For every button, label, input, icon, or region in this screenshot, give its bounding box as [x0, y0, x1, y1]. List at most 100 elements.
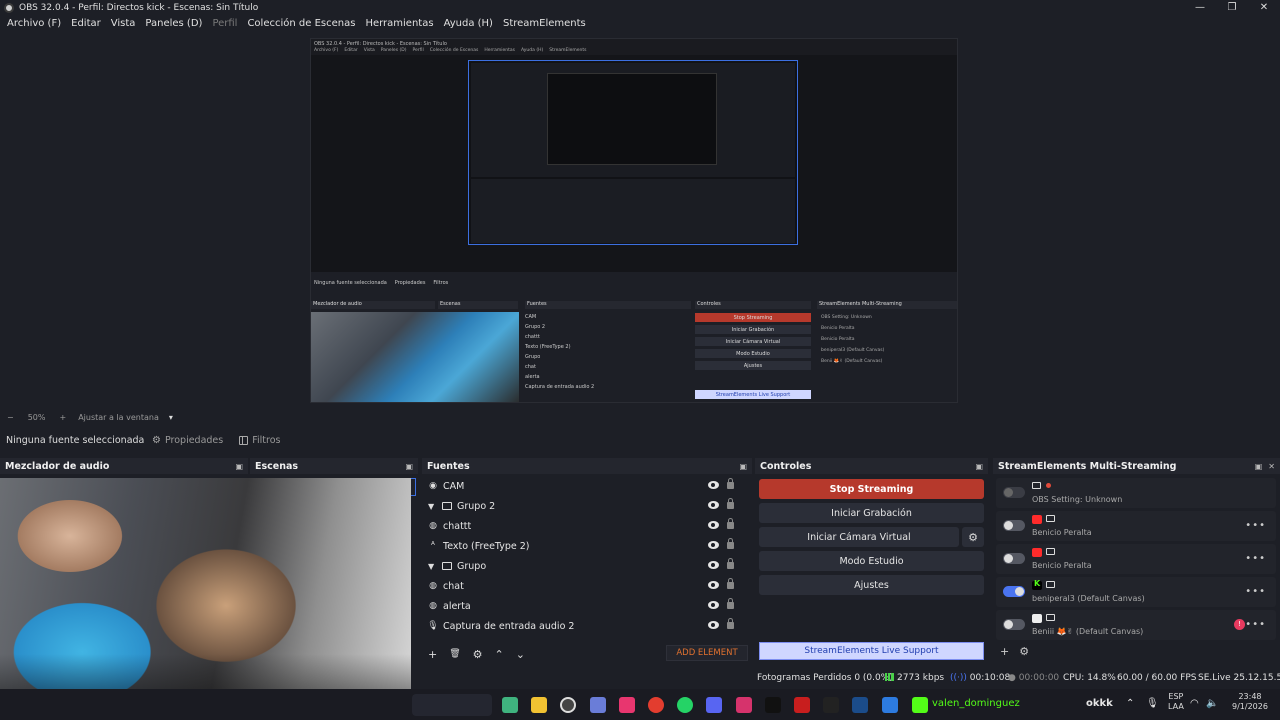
whatsapp-icon[interactable]: [677, 697, 693, 713]
wifi-icon[interactable]: ◠: [1190, 698, 1199, 709]
target-toggle[interactable]: [1003, 553, 1025, 564]
add-element-button[interactable]: ADD ELEMENT: [666, 645, 748, 661]
menu-ayuda[interactable]: Ayuda (H): [439, 18, 498, 29]
undock-icon[interactable]: ▣: [975, 462, 983, 471]
virtual-camera-settings-button[interactable]: ⚙: [962, 527, 984, 547]
source-item-texto[interactable]: ᴬ Texto (FreeType 2): [422, 536, 752, 556]
app-red-icon[interactable]: [794, 697, 810, 713]
program-preview[interactable]: OBS 32.0.4 - Perfil: Directos kick - Esc…: [0, 32, 1280, 410]
menu-perfil[interactable]: Perfil: [207, 18, 242, 29]
visibility-eye-icon[interactable]: [708, 621, 719, 629]
menu-editar[interactable]: Editar: [66, 18, 106, 29]
source-item-chat[interactable]: ◍ chat: [422, 576, 752, 596]
alert-icon[interactable]: !: [1234, 619, 1245, 630]
zoom-in-button[interactable]: +: [59, 413, 66, 422]
volume-icon[interactable]: 🔈: [1206, 698, 1218, 709]
move-up-button[interactable]: ⌃: [495, 648, 504, 661]
start-recording-button[interactable]: Iniciar Grabación: [759, 503, 984, 523]
zoom-dropdown-icon[interactable]: ▾: [169, 413, 173, 422]
close-button[interactable]: ✕: [1248, 0, 1280, 14]
chevron-down-icon[interactable]: ▼: [428, 502, 438, 511]
undock-icon[interactable]: ▣: [1255, 462, 1263, 471]
source-item-chattt[interactable]: ◍ chattt: [422, 516, 752, 536]
lock-icon[interactable]: [727, 618, 734, 629]
multistream-target-youtube-1[interactable]: Benicio Peralta •••: [996, 511, 1276, 541]
multistream-settings-button[interactable]: ⚙: [1019, 645, 1029, 658]
more-options-icon[interactable]: •••: [1245, 619, 1266, 630]
source-item-alerta[interactable]: ◍ alerta: [422, 596, 752, 616]
target-toggle[interactable]: [1003, 520, 1025, 531]
visibility-eye-icon[interactable]: [708, 581, 719, 589]
capcut-icon[interactable]: [619, 697, 635, 713]
preview-canvas[interactable]: OBS 32.0.4 - Perfil: Directos kick - Esc…: [310, 38, 958, 403]
visibility-eye-icon[interactable]: [708, 541, 719, 549]
language-indicator[interactable]: ESP LAA: [1168, 692, 1184, 712]
epic-games-icon[interactable]: [823, 697, 839, 713]
zoom-out-button[interactable]: −: [7, 413, 14, 422]
taskbar-search[interactable]: [412, 694, 492, 716]
close-icon[interactable]: ✕: [1268, 462, 1275, 471]
lock-icon[interactable]: [727, 498, 734, 509]
multistream-target-kick[interactable]: beniperal3 (Default Canvas) •••: [996, 577, 1276, 607]
fit-window-label[interactable]: Ajustar a la ventana: [78, 413, 159, 422]
stop-streaming-button[interactable]: Stop Streaming: [759, 479, 984, 499]
start-virtual-camera-button[interactable]: Iniciar Cámara Virtual: [759, 527, 959, 547]
settings-taskbar-icon[interactable]: [590, 697, 606, 713]
multistream-target-youtube-2[interactable]: Benicio Peralta •••: [996, 544, 1276, 574]
source-item-grupo-2[interactable]: ▼ Grupo 2: [422, 496, 752, 516]
undock-icon[interactable]: ▣: [405, 462, 413, 471]
multistream-target-tiktok[interactable]: Beniii 🦊✌ (Default Canvas) ! •••: [996, 610, 1276, 640]
menu-coleccion-escenas[interactable]: Colección de Escenas: [242, 18, 360, 29]
multistream-target-obs[interactable]: OBS Setting: Unknown: [996, 478, 1276, 508]
steam-icon[interactable]: [852, 697, 868, 713]
undock-icon[interactable]: ▣: [235, 462, 243, 471]
source-item-grupo[interactable]: ▼ Grupo: [422, 556, 752, 576]
lock-icon[interactable]: [727, 598, 734, 609]
lock-icon[interactable]: [727, 558, 734, 569]
app-blue-icon[interactable]: [882, 697, 898, 713]
se-live-support-button[interactable]: StreamElements Live Support: [759, 642, 984, 660]
visibility-eye-icon[interactable]: [708, 521, 719, 529]
chevron-down-icon[interactable]: ▼: [428, 562, 438, 571]
target-toggle[interactable]: [1003, 586, 1025, 597]
target-toggle[interactable]: [1003, 487, 1025, 498]
more-options-icon[interactable]: •••: [1245, 586, 1266, 597]
source-item-cam[interactable]: ◉ CAM: [422, 476, 752, 496]
undock-icon[interactable]: ▣: [739, 462, 747, 471]
visibility-eye-icon[interactable]: [708, 561, 719, 569]
minimize-button[interactable]: —: [1184, 0, 1216, 14]
lock-icon[interactable]: [727, 518, 734, 529]
microphone-tray-icon[interactable]: 🎙: [1146, 698, 1159, 709]
target-toggle[interactable]: [1003, 619, 1025, 630]
studio-mode-button[interactable]: Modo Estudio: [759, 551, 984, 571]
add-source-button[interactable]: +: [428, 648, 437, 661]
more-options-icon[interactable]: •••: [1245, 553, 1266, 564]
source-item-audio-capture[interactable]: 🎙 Captura de entrada audio 2: [422, 616, 752, 636]
remove-source-button[interactable]: 🗑: [449, 649, 460, 659]
widgets-icon[interactable]: [502, 697, 518, 713]
file-explorer-icon[interactable]: [531, 697, 547, 713]
visibility-eye-icon[interactable]: [708, 481, 719, 489]
filters-button[interactable]: Filtros: [231, 435, 288, 446]
clock[interactable]: 23:48 9/1/2026: [1232, 692, 1268, 712]
discord-icon[interactable]: [706, 697, 722, 713]
maximize-button[interactable]: ❐: [1216, 0, 1248, 14]
visibility-eye-icon[interactable]: [708, 501, 719, 509]
instagram-icon[interactable]: [736, 697, 752, 713]
properties-button[interactable]: ⚙ Propiedades: [144, 435, 231, 446]
lock-icon[interactable]: [727, 478, 734, 489]
move-down-button[interactable]: ⌄: [516, 648, 525, 661]
add-target-button[interactable]: +: [1000, 645, 1009, 658]
more-options-icon[interactable]: •••: [1245, 520, 1266, 531]
menu-paneles[interactable]: Paneles (D): [140, 18, 207, 29]
menu-streamelements[interactable]: StreamElements: [498, 18, 591, 29]
kick-taskbar-icon[interactable]: [912, 697, 928, 713]
tray-expand-icon[interactable]: ⌃: [1126, 698, 1134, 709]
menu-herramientas[interactable]: Herramientas: [360, 18, 438, 29]
lock-icon[interactable]: [727, 538, 734, 549]
tiktok-taskbar-icon[interactable]: [765, 697, 781, 713]
settings-button[interactable]: Ajustes: [759, 575, 984, 595]
chrome-icon[interactable]: [648, 697, 664, 713]
obs-taskbar-icon[interactable]: [560, 697, 576, 713]
visibility-eye-icon[interactable]: [708, 601, 719, 609]
